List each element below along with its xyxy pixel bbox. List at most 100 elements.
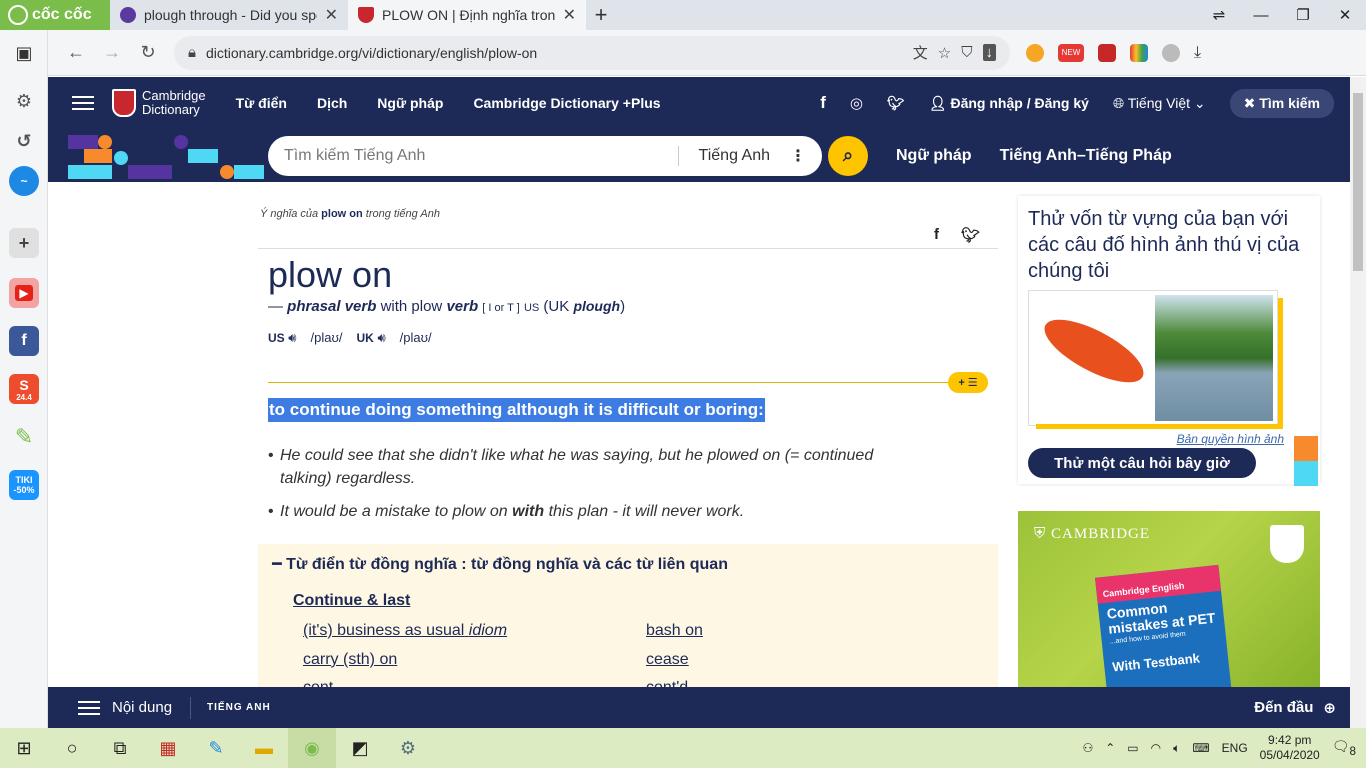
- cambridge-logo[interactable]: Cambridge Dictionary: [112, 89, 206, 117]
- thesaurus-topic-link[interactable]: Continue & last: [293, 592, 410, 610]
- downloads-icon[interactable]: ⤓: [1194, 44, 1212, 62]
- taskbar-tool-icon[interactable]: ⚙: [384, 728, 432, 768]
- close-window-button[interactable]: ✕: [1324, 0, 1366, 30]
- twitter-icon[interactable]: 🐦︎: [887, 95, 905, 112]
- pron-us-ipa: /plaʊ/: [310, 330, 343, 345]
- keyboard-icon[interactable]: ⌨: [1192, 741, 1209, 755]
- sidebar-toggle-icon[interactable]: ▣: [9, 38, 39, 68]
- thesaurus-word[interactable]: bash on: [646, 622, 703, 640]
- settings-gear-icon[interactable]: ⚙: [9, 86, 39, 116]
- input-language[interactable]: ENG: [1222, 741, 1248, 755]
- tiki-icon[interactable]: TIKI -50%: [9, 470, 39, 500]
- shield-icon[interactable]: ⛉: [961, 44, 972, 61]
- search-input[interactable]: Tìm kiếm Tiếng Anh: [268, 147, 678, 165]
- login-link[interactable]: 👤︎ Đăng nhập / Đăng ký: [929, 95, 1089, 112]
- thesaurus-word[interactable]: cont...: [303, 679, 347, 687]
- instagram-icon[interactable]: ◎: [850, 94, 863, 112]
- contents-menu-icon[interactable]: [78, 700, 100, 715]
- add-to-wordlist-button[interactable]: + ☰: [948, 372, 988, 393]
- search-link-grammar[interactable]: Ngữ pháp: [896, 147, 972, 165]
- pos-verb[interactable]: verb: [446, 298, 478, 315]
- barge-image: [1155, 295, 1273, 421]
- pos-uk-close: ): [620, 298, 626, 315]
- file-explorer-icon[interactable]: ▬: [240, 728, 288, 768]
- bookmark-star-icon[interactable]: ☆: [938, 44, 951, 62]
- advertisement-banner[interactable]: ⛨ CAMBRIDGE Cambridge English Common mis…: [1018, 511, 1320, 687]
- url-text[interactable]: dictionary.cambridge.org/vi/dictionary/e…: [206, 45, 903, 61]
- page-scrollbar[interactable]: [1350, 77, 1366, 728]
- download-page-icon[interactable]: ↓: [982, 44, 996, 61]
- search-language-select[interactable]: Tiếng Anh ⋮: [677, 145, 822, 166]
- pos-uk-word[interactable]: plough: [573, 298, 620, 314]
- coccoc-app-icon[interactable]: ✎: [9, 422, 39, 452]
- shopee-icon[interactable]: S 24.4: [9, 374, 39, 404]
- nav-plus[interactable]: Cambridge Dictionary +Plus: [473, 95, 660, 111]
- tray-chevron-icon[interactable]: ⌃: [1105, 741, 1115, 755]
- language-tag[interactable]: TIẾNG ANH: [207, 702, 271, 713]
- messenger-icon[interactable]: ~: [9, 166, 39, 196]
- thesaurus-word[interactable]: (it's) business as usual idiom: [303, 622, 507, 640]
- search-submit-button[interactable]: ⌕: [828, 135, 868, 176]
- nav-translate[interactable]: Dịch: [317, 95, 347, 111]
- search-link-en-fr[interactable]: Tiếng Anh–Tiếng Pháp: [1000, 147, 1172, 165]
- history-icon[interactable]: ↺: [9, 126, 39, 156]
- facebook-icon[interactable]: f: [820, 93, 826, 113]
- coccoc-menu-button[interactable]: cốc cốc: [0, 0, 110, 30]
- pos-label[interactable]: phrasal verb: [287, 298, 376, 315]
- nav-dictionary[interactable]: Từ điển: [236, 95, 287, 111]
- thesaurus-word[interactable]: cont'd: [646, 679, 688, 687]
- system-tray: ⚇ ⌃ ▭ ◠ 🔈︎ ⌨ ENG 9:42 pm 05/04/2020 🗨︎8: [1082, 733, 1366, 763]
- share-facebook-icon[interactable]: f: [934, 226, 939, 244]
- thesaurus-word[interactable]: carry (sth) on: [303, 651, 397, 669]
- profile-avatar[interactable]: [1162, 43, 1180, 62]
- search-toggle-button[interactable]: ✖ Tìm kiếm: [1229, 88, 1334, 118]
- translate-icon[interactable]: 文: [913, 42, 928, 63]
- wifi-icon[interactable]: ◠: [1151, 741, 1161, 755]
- menu-hamburger-icon[interactable]: [72, 96, 94, 110]
- try-quiz-button[interactable]: Thử một câu hỏi bây giờ: [1028, 448, 1256, 478]
- clock[interactable]: 9:42 pm 05/04/2020: [1260, 733, 1320, 763]
- extension-color-icon[interactable]: [1130, 43, 1148, 62]
- pin-icon[interactable]: ⇌: [1198, 0, 1240, 30]
- audio-us-speaker-icon[interactable]: 🔊︎: [288, 330, 296, 345]
- windows-start-icon[interactable]: ⊞: [0, 728, 48, 768]
- language-select[interactable]: 🌐︎ Tiếng Việt ⌄: [1113, 95, 1206, 112]
- back-arrow-icon[interactable]: ←: [58, 42, 94, 63]
- quiz-images[interactable]: [1028, 290, 1278, 426]
- tab-close-icon[interactable]: ✕: [563, 5, 576, 25]
- reload-icon[interactable]: ↻: [130, 42, 166, 63]
- facebook-icon[interactable]: f: [9, 326, 39, 356]
- sticky-notes-icon[interactable]: ◩: [336, 728, 384, 768]
- youtube-icon[interactable]: ▶: [9, 278, 39, 308]
- battery-icon[interactable]: ▭: [1127, 741, 1138, 755]
- nav-grammar[interactable]: Ngữ pháp: [377, 95, 443, 111]
- scrollbar-thumb[interactable]: [1353, 93, 1363, 271]
- taskbar-app-icon[interactable]: ▦: [144, 728, 192, 768]
- search-circle-icon[interactable]: ○: [48, 728, 96, 768]
- contents-link[interactable]: Nội dung: [112, 699, 172, 716]
- extension-icon[interactable]: [1026, 43, 1044, 62]
- image-credits-link[interactable]: Bản quyền hình ảnh: [1177, 432, 1284, 446]
- taskbar-paint-icon[interactable]: ✎: [192, 728, 240, 768]
- new-badge-icon[interactable]: NEW: [1058, 43, 1084, 62]
- tab-plough-through[interactable]: plough through - Did you spe ✕: [110, 0, 348, 30]
- maximize-button[interactable]: ❐: [1282, 0, 1324, 30]
- back-to-top-button[interactable]: Đến đầu ⊕: [1254, 699, 1350, 717]
- tab-close-icon[interactable]: ✕: [325, 5, 338, 25]
- volume-icon[interactable]: 🔈︎: [1173, 741, 1180, 756]
- thesaurus-heading[interactable]: ━ Từ điển từ đồng nghĩa : từ đồng nghĩa …: [272, 554, 728, 574]
- audio-uk-speaker-icon[interactable]: 🔊︎: [377, 330, 385, 345]
- coccoc-taskbar-icon[interactable]: ◉: [288, 728, 336, 768]
- tab-plow-on[interactable]: PLOW ON | Định nghĩa trong ✕: [348, 0, 586, 30]
- url-bar[interactable]: 🔒︎ dictionary.cambridge.org/vi/dictionar…: [174, 35, 1010, 70]
- add-app-icon[interactable]: +: [9, 228, 39, 258]
- extension-red-icon[interactable]: [1098, 43, 1116, 62]
- notification-center-icon[interactable]: 🗨︎8: [1332, 738, 1356, 758]
- new-tab-button[interactable]: +: [586, 0, 616, 30]
- share-twitter-icon[interactable]: 🐦︎: [961, 226, 980, 244]
- people-icon[interactable]: ⚇: [1082, 741, 1093, 755]
- forward-arrow-icon[interactable]: →: [94, 42, 130, 63]
- minimize-button[interactable]: —: [1240, 0, 1282, 30]
- task-view-icon[interactable]: ⧉: [96, 728, 144, 768]
- thesaurus-word[interactable]: cease: [646, 651, 689, 669]
